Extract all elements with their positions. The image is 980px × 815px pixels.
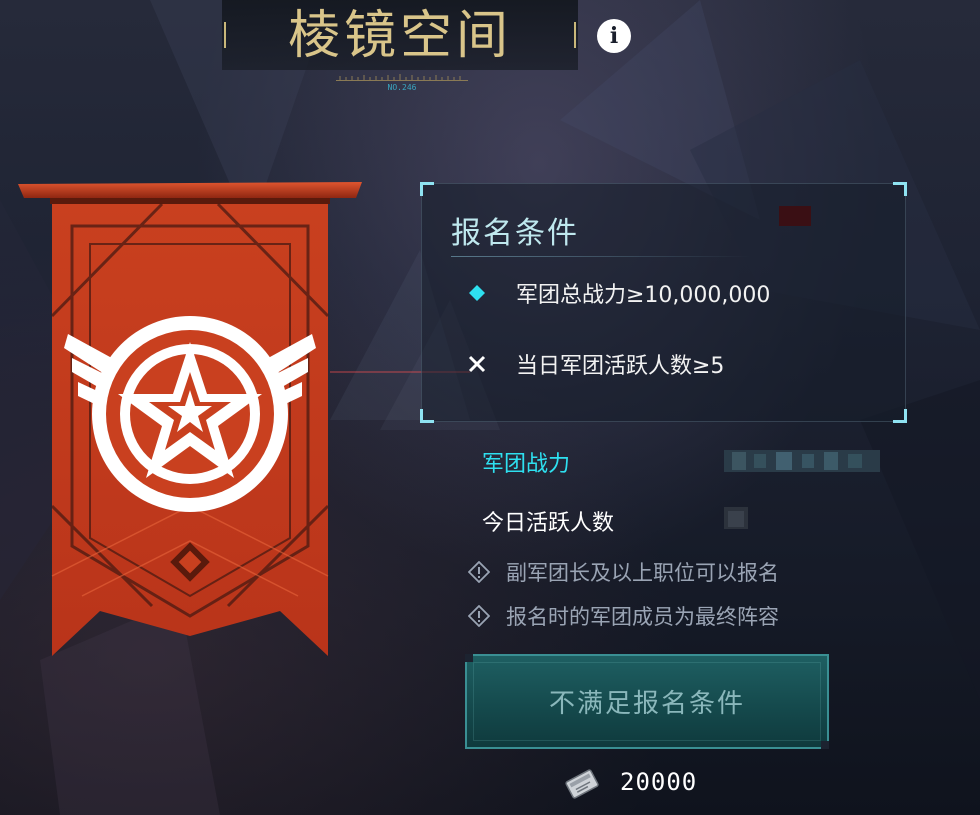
- info-icon[interactable]: i: [597, 19, 631, 53]
- legion-power-value-masked: [724, 450, 880, 472]
- legion-power-label: 军团战力: [482, 452, 571, 477]
- panel-corner: [893, 409, 907, 423]
- note-text: 报名时的军团成员为最终阵容: [506, 605, 779, 629]
- active-members-label: 今日活跃人数: [482, 511, 615, 536]
- requirement-text: 军团总战力≥10,000,000: [516, 283, 771, 308]
- panel-corner: [420, 182, 434, 196]
- requirement-item-power: 军团总战力≥10,000,000: [464, 276, 770, 310]
- note-item: 报名时的军团成员为最终阵容: [468, 603, 779, 629]
- requirements-title: 报名条件: [451, 216, 579, 251]
- requirement-item-active: 当日军团活跃人数≥5: [464, 347, 724, 381]
- glitch-decoration: [779, 206, 811, 226]
- ticket-icon: [565, 769, 599, 799]
- requirements-panel: 报名条件 军团总战力≥10,000,000 当日军团活跃人数≥5: [420, 182, 907, 423]
- apply-button-label: 不满足报名条件: [548, 689, 745, 719]
- cross-icon: [464, 351, 490, 377]
- title-divider: [451, 256, 751, 257]
- title-ruler: [336, 74, 468, 81]
- panel-corner: [893, 182, 907, 196]
- button-notch: [465, 654, 473, 662]
- note-text: 副军团长及以上职位可以报名: [506, 561, 779, 585]
- requirement-text: 当日军团活跃人数≥5: [516, 354, 725, 379]
- note-item: 副军团长及以上职位可以报名: [468, 559, 779, 585]
- serial-number: NO.246: [387, 83, 417, 92]
- active-members-value-masked: [724, 507, 748, 529]
- cost-value: 20000: [620, 768, 698, 796]
- diamond-check-icon: [464, 280, 490, 306]
- apply-button[interactable]: 不满足报名条件: [465, 654, 829, 749]
- panel-corner: [420, 409, 434, 423]
- button-notch: [821, 741, 829, 749]
- warning-icon: [468, 605, 490, 627]
- legion-banner: [18, 182, 362, 656]
- warning-icon: [468, 561, 490, 583]
- page-title: 棱镜空间: [287, 6, 512, 66]
